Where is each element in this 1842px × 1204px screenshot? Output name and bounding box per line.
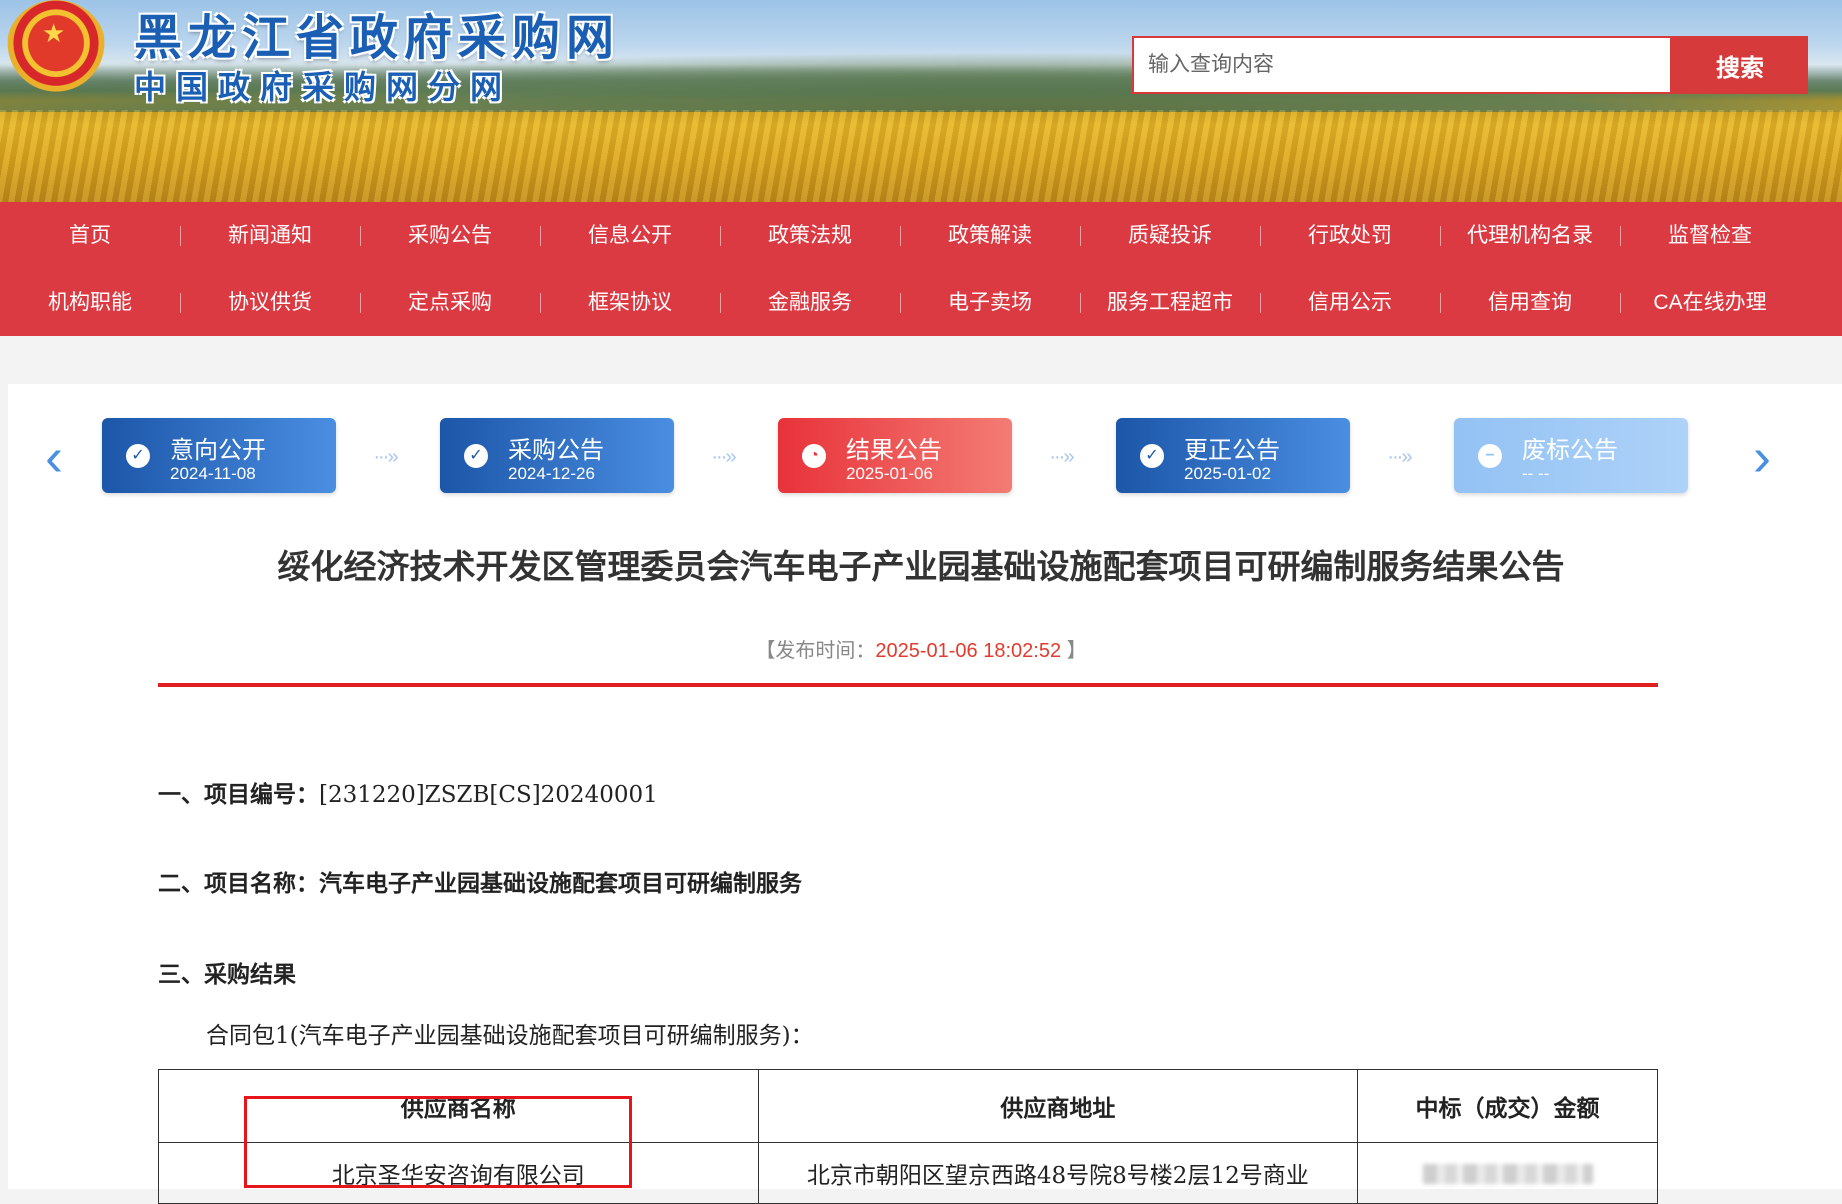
site-title[interactable]: 黑龙江省政府采购网 — [134, 0, 620, 68]
nav-item-financial-services[interactable]: 金融服务 — [720, 269, 900, 336]
nav-item-info-disclosure[interactable]: 信息公开 — [540, 202, 720, 269]
nav-item-designated-procurement[interactable]: 定点采购 — [360, 269, 540, 336]
step-connector-icon: ···›› — [373, 446, 398, 468]
step-connector-icon: ···›› — [711, 446, 736, 468]
step-date: 2025-01-02 — [1184, 464, 1271, 483]
header-banner: ★ 黑龙江省政府采购网 中国政府采购网分网 搜索 — [0, 0, 1842, 202]
nav-item-functions[interactable]: 机构职能 — [0, 269, 180, 336]
bid-amount-cell — [1357, 1142, 1658, 1204]
nav-item-agency-list[interactable]: 代理机构名录 — [1440, 202, 1620, 269]
publish-time: 【发布时间：2025-01-06 18:02:52 】 — [0, 634, 1842, 663]
step-date: 2024-11-08 — [170, 464, 256, 483]
nav-item-complaints[interactable]: 质疑投诉 — [1080, 202, 1260, 269]
step-label: 更正公告 — [1184, 437, 1280, 464]
step-label: 意向公开 — [170, 437, 266, 464]
contract-package-line: 合同包1(汽车电子产业园基础设施配套项目可研编制服务)： — [206, 1023, 814, 1049]
step-correction-notice[interactable]: ✓ 更正公告 2025-01-02 — [1116, 418, 1350, 493]
project-number-label: 一、项目编号： — [158, 781, 319, 808]
nav-item-supervision[interactable]: 监督检查 — [1620, 202, 1800, 269]
nav-item-agreement-supply[interactable]: 协议供货 — [180, 269, 360, 336]
step-procurement-notice[interactable]: ✓ 采购公告 2024-12-26 — [440, 418, 674, 493]
nav-item-procurement-notice[interactable]: 采购公告 — [360, 202, 540, 269]
step-connector-icon: ···›› — [1049, 446, 1074, 468]
nav-item-framework-agreement[interactable]: 框架协议 — [540, 269, 720, 336]
nav-item-service-engineering[interactable]: 服务工程超市 — [1080, 269, 1260, 336]
project-name-line: 二、项目名称：汽车电子产业园基础设施配套项目可研编制服务 — [158, 864, 802, 898]
step-intent-disclosure[interactable]: ✓ 意向公开 2024-11-08 — [102, 418, 336, 493]
step-date: -- -- — [1522, 464, 1550, 483]
nav-item-e-mall[interactable]: 电子卖场 — [900, 269, 1080, 336]
step-label: 废标公告 — [1522, 437, 1618, 464]
check-icon: ✓ — [464, 444, 488, 468]
chevron-right-icon[interactable]: › — [1742, 430, 1782, 484]
publish-bracket-close: 】 — [1061, 640, 1087, 662]
search-box — [1132, 36, 1672, 94]
step-date: 2024-12-26 — [508, 464, 595, 483]
chevron-left-icon[interactable]: ‹ — [34, 430, 74, 484]
page-title: 绥化经济技术开发区管理委员会汽车电子产业园基础设施配套项目可研编制服务结果公告 — [277, 548, 1565, 585]
step-connector-icon: ···›› — [1387, 446, 1412, 468]
project-number-value: [231220]ZSZB[CS]20240001 — [319, 782, 658, 808]
step-result-notice[interactable]: ◔ 结果公告 2025-01-06 — [778, 418, 1012, 493]
step-label: 采购公告 — [508, 437, 604, 464]
nav-item-home[interactable]: 首页 — [0, 202, 180, 269]
step-cancellation-notice[interactable]: − 废标公告 -- -- — [1454, 418, 1688, 493]
banner-field — [0, 110, 1842, 202]
publish-bracket-open: 【 — [755, 640, 776, 662]
redacted-amount — [1422, 1164, 1593, 1184]
nav-row-1: 首页 新闻通知 采购公告 信息公开 政策法规 政策解读 质疑投诉 行政处罚 代理… — [0, 202, 1842, 269]
col-header-bid-amount: 中标（成交）金额 — [1357, 1069, 1658, 1143]
publish-timestamp: 2025-01-06 18:02:52 — [875, 640, 1062, 662]
nav-row-2: 机构职能 协议供货 定点采购 框架协议 金融服务 电子卖场 服务工程超市 信用公… — [0, 269, 1842, 336]
supplier-address-cell: 北京市朝阳区望京西路48号院8号楼2层12号商业 — [757, 1142, 1359, 1204]
check-icon: ✓ — [126, 444, 150, 468]
national-emblem-icon: ★ — [6, 0, 106, 96]
publish-label: 发布时间： — [775, 640, 876, 662]
col-header-supplier-address: 供应商地址 — [757, 1069, 1359, 1143]
procurement-result-label: 三、采购结果 — [158, 961, 296, 988]
nav-item-credit-disclosure[interactable]: 信用公示 — [1260, 269, 1440, 336]
title-divider — [158, 683, 1658, 687]
clock-icon: ◔ — [802, 444, 826, 468]
nav-item-penalties[interactable]: 行政处罚 — [1260, 202, 1440, 269]
search-input[interactable] — [1134, 38, 1672, 92]
nav-item-ca-online[interactable]: CA在线办理 — [1620, 269, 1800, 336]
check-icon: ✓ — [1140, 444, 1164, 468]
project-name-value: 汽车电子产业园基础设施配套项目可研编制服务 — [319, 870, 802, 897]
step-label: 结果公告 — [846, 437, 942, 464]
search-button[interactable]: 搜索 — [1672, 36, 1808, 94]
nav-item-policy-regulations[interactable]: 政策法规 — [720, 202, 900, 269]
step-date: 2025-01-06 — [846, 464, 933, 483]
minus-icon: − — [1478, 444, 1502, 468]
procurement-result-heading: 三、采购结果 — [158, 955, 296, 989]
nav-item-policy-interpretation[interactable]: 政策解读 — [900, 202, 1080, 269]
site-subtitle: 中国政府采购网分网 — [134, 68, 513, 106]
nav-item-news[interactable]: 新闻通知 — [180, 202, 360, 269]
project-number-line: 一、项目编号：[231220]ZSZB[CS]20240001 — [158, 775, 658, 809]
project-name-label: 二、项目名称： — [158, 870, 319, 897]
main-nav: 首页 新闻通知 采购公告 信息公开 政策法规 政策解读 质疑投诉 行政处罚 代理… — [0, 202, 1842, 336]
highlight-annotation-box — [244, 1096, 632, 1188]
nav-item-credit-query[interactable]: 信用查询 — [1440, 269, 1620, 336]
